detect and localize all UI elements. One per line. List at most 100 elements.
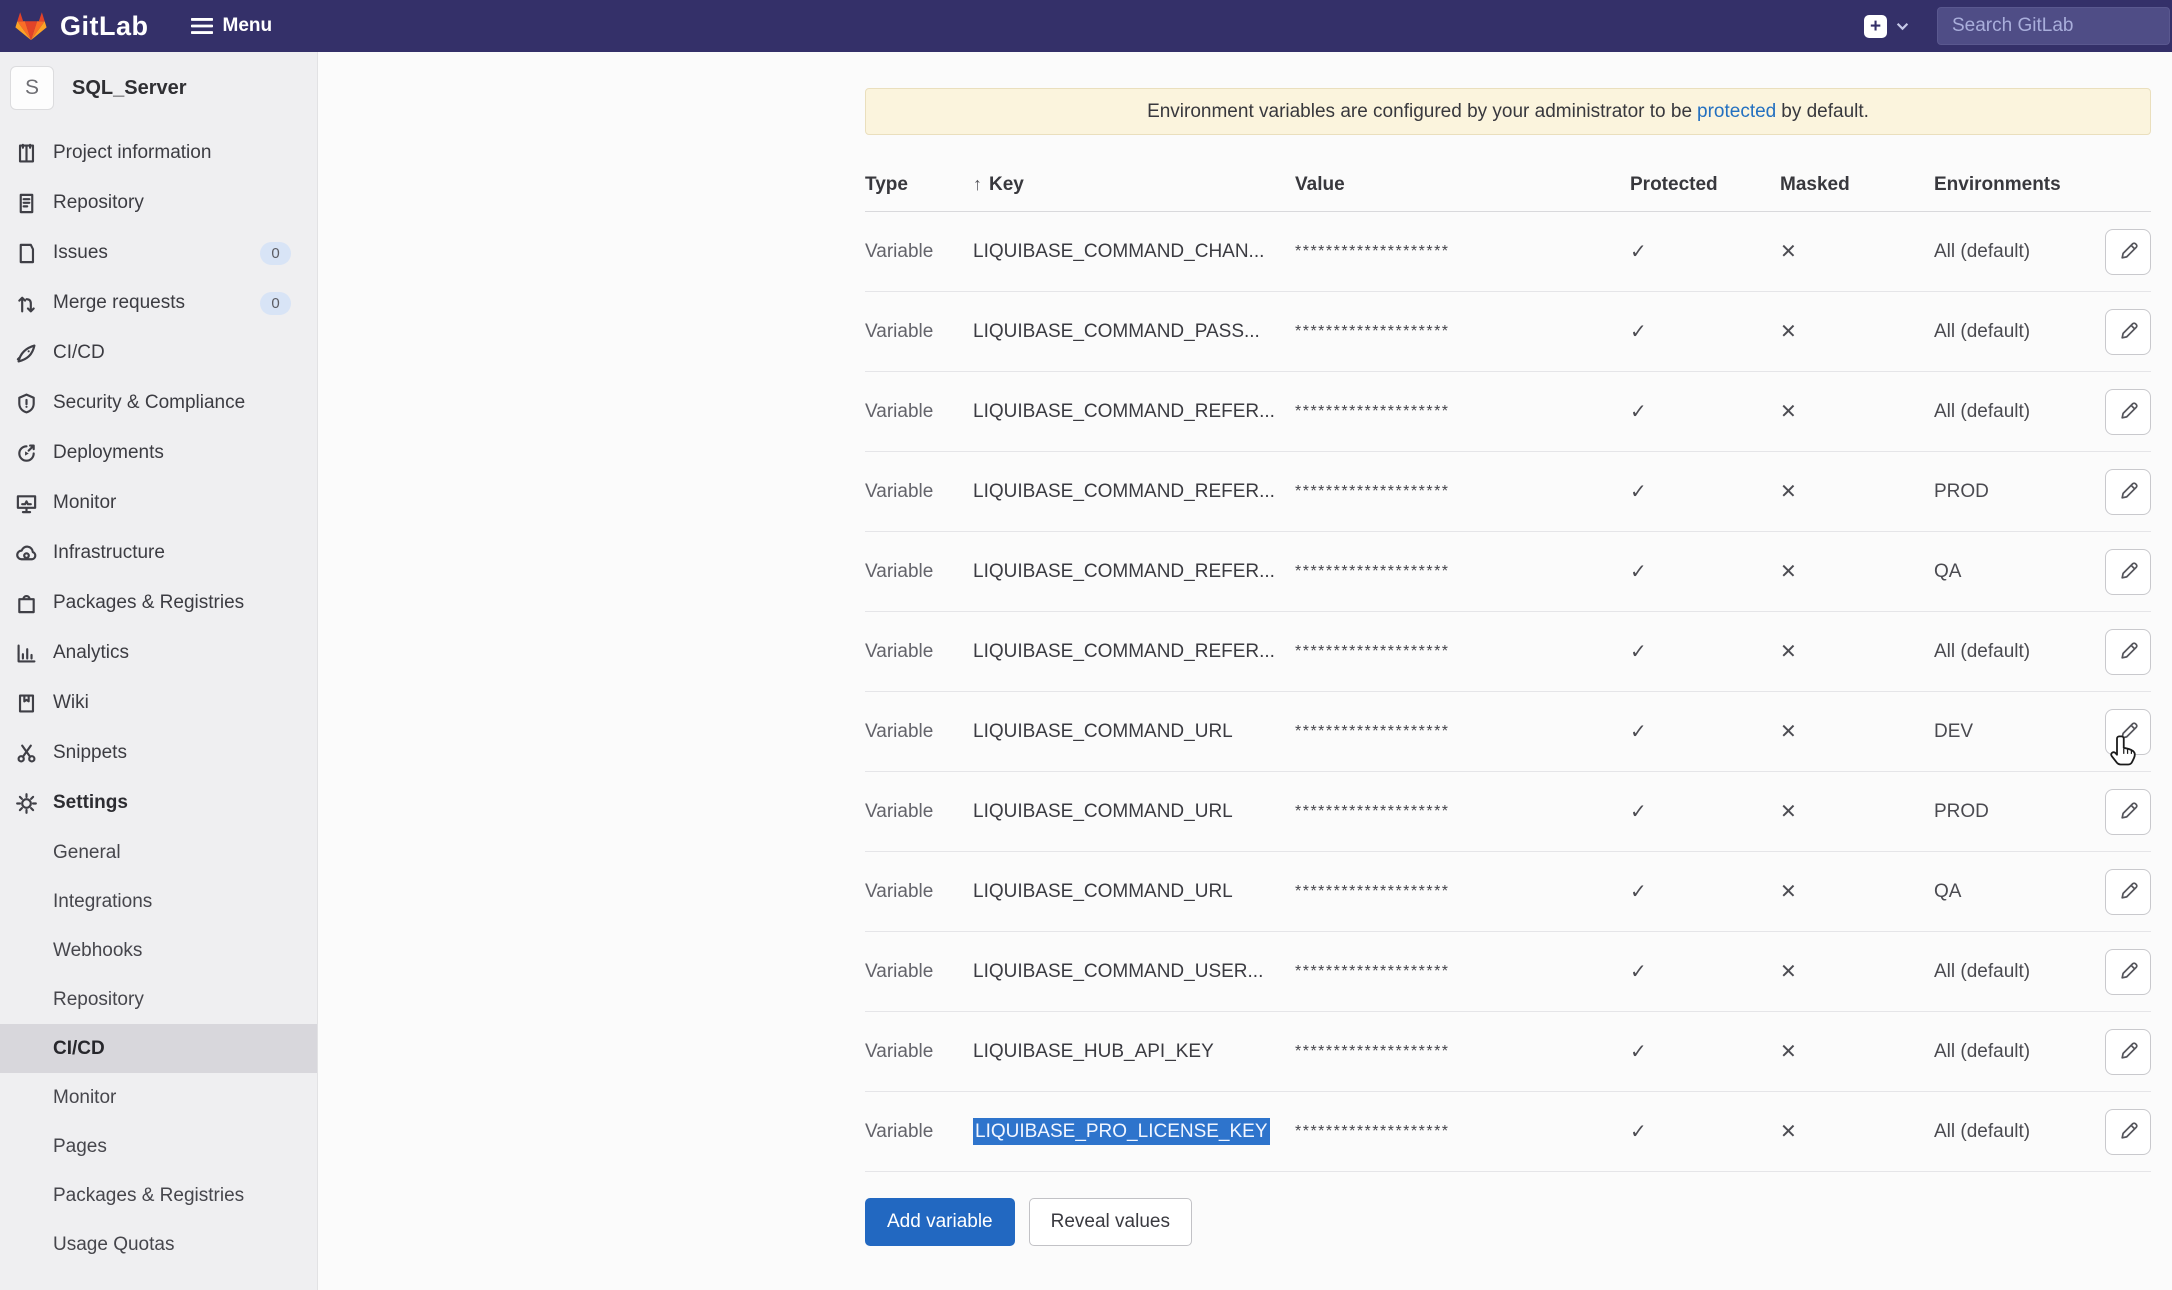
sort-ascending-icon: ↑ — [973, 174, 982, 194]
variable-key: LIQUIBASE_COMMAND_PASS... — [973, 321, 1295, 343]
shield-icon — [14, 391, 38, 415]
menu-button-label: Menu — [223, 15, 273, 37]
variable-key-text: LIQUIBASE_COMMAND_REFER... — [973, 481, 1275, 502]
edit-variable-button[interactable] — [2105, 229, 2151, 275]
variable-masked-value: ******************** — [1295, 963, 1630, 981]
variable-key-text: LIQUIBASE_COMMAND_CHAN... — [973, 241, 1264, 262]
sidebar-item-label: Packages & Registries — [53, 592, 244, 614]
edit-variable-button[interactable] — [2105, 1029, 2151, 1075]
menu-button[interactable]: Menu — [191, 15, 273, 37]
sidebar-item-wiki[interactable]: Wiki — [0, 678, 317, 728]
masked-cross-icon: ✕ — [1780, 1039, 1934, 1064]
variable-environments: All (default) — [1934, 321, 2088, 343]
gitlab-home-link[interactable]: GitLab — [14, 9, 149, 43]
variable-masked-value: ******************** — [1295, 883, 1630, 901]
sidebar-item-issues[interactable]: Issues0 — [0, 228, 317, 278]
column-header-key[interactable]: ↑Key — [973, 174, 1295, 196]
variable-row: VariableLIQUIBASE_COMMAND_REFER...******… — [865, 452, 2151, 532]
sidebar-subitem-pages[interactable]: Pages — [0, 1122, 317, 1171]
sidebar-item-deployments[interactable]: Deployments — [0, 428, 317, 478]
sidebar-item-ci-cd[interactable]: CI/CD — [0, 328, 317, 378]
variable-row: VariableLIQUIBASE_COMMAND_USER...*******… — [865, 932, 2151, 1012]
sidebar-item-monitor[interactable]: Monitor — [0, 478, 317, 528]
sidebar-subitem-repository[interactable]: Repository — [0, 975, 317, 1024]
deployments-icon — [14, 441, 38, 465]
project-avatar: S — [10, 66, 54, 110]
variable-key: LIQUIBASE_HUB_API_KEY — [973, 1041, 1295, 1063]
edit-variable-button[interactable] — [2105, 469, 2151, 515]
variable-row: VariableLIQUIBASE_PRO_LICENSE_KEY*******… — [865, 1092, 2151, 1172]
edit-cell — [2088, 229, 2151, 275]
sidebar-subitem-ci-cd[interactable]: CI/CD — [0, 1024, 317, 1073]
protected-check-icon: ✓ — [1630, 719, 1780, 744]
add-variable-button[interactable]: Add variable — [865, 1198, 1015, 1246]
project-header-link[interactable]: S SQL_Server — [0, 52, 317, 120]
protected-check-icon: ✓ — [1630, 1119, 1780, 1144]
new-item-dropdown[interactable]: + — [1864, 15, 1909, 38]
variable-environments: All (default) — [1934, 401, 2088, 423]
sidebar-subitem-packages-registries[interactable]: Packages & Registries — [0, 1171, 317, 1220]
variable-key: LIQUIBASE_COMMAND_URL — [973, 881, 1295, 903]
protected-link[interactable]: protected — [1697, 101, 1776, 123]
edit-variable-button[interactable] — [2105, 709, 2151, 755]
variable-environments: All (default) — [1934, 641, 2088, 663]
variable-type: Variable — [865, 321, 973, 343]
sidebar-item-label: Infrastructure — [53, 542, 165, 564]
sidebar-item-settings[interactable]: Settings — [0, 778, 317, 828]
variable-key-text: LIQUIBASE_COMMAND_PASS... — [973, 321, 1260, 342]
masked-cross-icon: ✕ — [1780, 319, 1934, 344]
protected-check-icon: ✓ — [1630, 959, 1780, 984]
sidebar-subitem-monitor[interactable]: Monitor — [0, 1073, 317, 1122]
sidebar-subitem-integrations[interactable]: Integrations — [0, 877, 317, 926]
edit-variable-button[interactable] — [2105, 389, 2151, 435]
variable-masked-value: ******************** — [1295, 323, 1630, 341]
edit-variable-button[interactable] — [2105, 869, 2151, 915]
variable-key: LIQUIBASE_COMMAND_REFER... — [973, 561, 1295, 583]
sidebar-item-project-information[interactable]: Project information — [0, 128, 317, 178]
sidebar-subitem-webhooks[interactable]: Webhooks — [0, 926, 317, 975]
edit-cell — [2088, 469, 2151, 515]
protected-check-icon: ✓ — [1630, 879, 1780, 904]
variable-type: Variable — [865, 241, 973, 263]
rocket-icon — [14, 341, 38, 365]
masked-cross-icon: ✕ — [1780, 399, 1934, 424]
edit-variable-button[interactable] — [2105, 309, 2151, 355]
variable-row: VariableLIQUIBASE_COMMAND_REFER...******… — [865, 372, 2151, 452]
masked-cross-icon: ✕ — [1780, 559, 1934, 584]
sidebar-item-label: Project information — [53, 142, 211, 164]
variable-environments: QA — [1934, 561, 2088, 583]
variables-table: Type ↑Key Value Protected Masked Environ… — [865, 159, 2151, 1172]
masked-cross-icon: ✕ — [1780, 239, 1934, 264]
sidebar-item-infrastructure[interactable]: Infrastructure — [0, 528, 317, 578]
sidebar-item-snippets[interactable]: Snippets — [0, 728, 317, 778]
edit-variable-button[interactable] — [2105, 629, 2151, 675]
sidebar-item-analytics[interactable]: Analytics — [0, 628, 317, 678]
sidebar-subitem-usage-quotas[interactable]: Usage Quotas — [0, 1220, 317, 1269]
variable-key: LIQUIBASE_COMMAND_URL — [973, 721, 1295, 743]
variable-type: Variable — [865, 1121, 973, 1143]
table-header-row: Type ↑Key Value Protected Masked Environ… — [865, 159, 2151, 212]
edit-variable-button[interactable] — [2105, 549, 2151, 595]
reveal-values-button[interactable]: Reveal values — [1029, 1198, 1192, 1246]
edit-variable-button[interactable] — [2105, 789, 2151, 835]
sidebar-subitem-general[interactable]: General — [0, 828, 317, 877]
edit-variable-button[interactable] — [2105, 949, 2151, 995]
masked-cross-icon: ✕ — [1780, 799, 1934, 824]
variable-environments: QA — [1934, 881, 2088, 903]
sidebar-item-security-compliance[interactable]: Security & Compliance — [0, 378, 317, 428]
sidebar-item-repository[interactable]: Repository — [0, 178, 317, 228]
analytics-icon — [14, 641, 38, 665]
variable-masked-value: ******************** — [1295, 1043, 1630, 1061]
variable-key-text-selected: LIQUIBASE_PRO_LICENSE_KEY — [973, 1118, 1270, 1145]
variable-row: VariableLIQUIBASE_COMMAND_URL***********… — [865, 692, 2151, 772]
variable-environments: PROD — [1934, 801, 2088, 823]
variable-row: VariableLIQUIBASE_COMMAND_PASS... *******… — [865, 292, 2151, 372]
count-badge: 0 — [260, 242, 291, 265]
sidebar-item-packages-registries[interactable]: Packages & Registries — [0, 578, 317, 628]
protected-check-icon: ✓ — [1630, 799, 1780, 824]
edit-cell — [2088, 629, 2151, 675]
search-input[interactable] — [1937, 7, 2170, 45]
issues-icon — [14, 241, 38, 265]
edit-variable-button[interactable] — [2105, 1109, 2151, 1155]
sidebar-item-merge-requests[interactable]: Merge requests0 — [0, 278, 317, 328]
